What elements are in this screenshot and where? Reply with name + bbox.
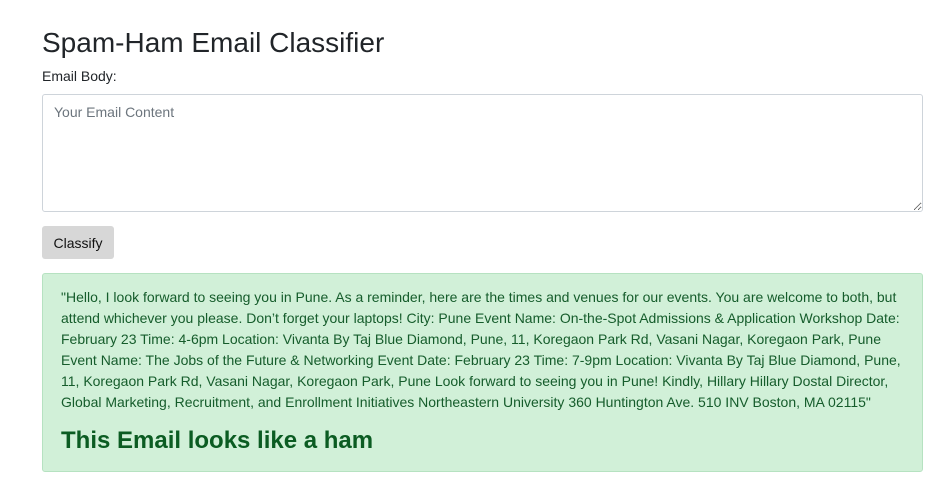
classify-button[interactable]: Classify [42,226,114,259]
email-body-input[interactable] [42,94,923,212]
classification-verdict: This Email looks like a ham [61,427,374,454]
classified-email-text: "Hello, I look forward to seeing you in … [61,289,901,410]
page-title: Spam-Ham Email Classifier [42,27,385,58]
email-body-label: Email Body: [42,68,117,84]
result-alert: "Hello, I look forward to seeing you in … [42,273,923,472]
